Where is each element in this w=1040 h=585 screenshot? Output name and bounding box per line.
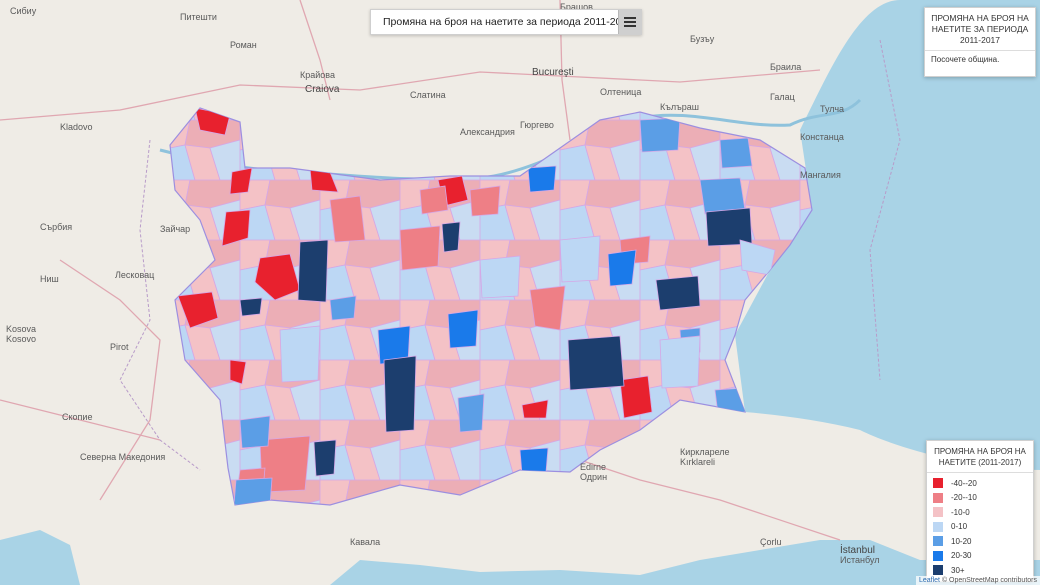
hamburger-icon (624, 17, 636, 27)
legend-item: 10-20 (933, 534, 1033, 549)
svg-text:Скопие: Скопие (62, 412, 92, 422)
legend-swatch (933, 550, 943, 561)
legend-swatch (933, 478, 943, 489)
svg-text:Edirne: Edirne (580, 462, 606, 472)
osm-attribution: © OpenStreetMap contributors (941, 577, 1037, 584)
svg-text:Браила: Браила (770, 62, 801, 72)
svg-text:Кирклареле: Кирклареле (680, 447, 730, 457)
svg-text:Александрия: Александрия (460, 127, 515, 137)
svg-text:Kırklareli: Kırklareli (680, 457, 715, 467)
legend-label: -40--20 (951, 478, 977, 488)
legend-label: 10-20 (951, 536, 972, 546)
svg-text:Зайчар: Зайчар (160, 224, 190, 234)
info-panel: ПРОМЯНА НА БРОЯ НА НАЕТИТЕ ЗА ПЕРИОДА 20… (924, 7, 1036, 77)
legend-item: 0-10 (933, 520, 1033, 535)
svg-text:Одрин: Одрин (580, 472, 607, 482)
svg-text:Роман: Роман (230, 40, 257, 50)
legend-label: -10-0 (951, 507, 970, 517)
svg-text:Kosovo: Kosovo (6, 334, 36, 344)
legend-item: 20-30 (933, 549, 1033, 564)
svg-text:Сърбия: Сърбия (40, 222, 72, 232)
legend-swatch (933, 565, 943, 576)
svg-text:Гюргево: Гюргево (520, 120, 554, 130)
legend-item: -40--20 (933, 476, 1033, 491)
legend-item: -10-0 (933, 505, 1033, 520)
legend-swatch (933, 536, 943, 547)
svg-text:Северна Македония: Северна Македония (80, 452, 165, 462)
svg-text:Çorlu: Çorlu (760, 537, 782, 547)
svg-text:Констанца: Констанца (800, 132, 844, 142)
legend-swatch (933, 492, 943, 503)
info-panel-hint: Посочете община. (931, 55, 1000, 64)
legend-item: -20--10 (933, 491, 1033, 506)
svg-text:Craiova: Craiova (305, 84, 340, 95)
menu-button[interactable] (618, 10, 641, 34)
legend-swatch (933, 521, 943, 532)
svg-text:Галац: Галац (770, 92, 795, 102)
leaflet-link[interactable]: Leaflet (919, 577, 940, 584)
map-title-bar: Промяна на броя на наетите за периода 20… (370, 9, 642, 35)
svg-text:Питешти: Питешти (180, 12, 217, 22)
svg-text:Лесковац: Лесковац (115, 270, 154, 280)
svg-text:Bucureşti: Bucureşti (532, 67, 574, 78)
svg-text:Слатина: Слатина (410, 90, 446, 100)
map-view[interactable]: Сибиу Питешти Брашов Бузъу Браила Галац … (0, 0, 1040, 585)
svg-text:Ниш: Ниш (40, 274, 59, 284)
svg-text:Бузъу: Бузъу (690, 34, 715, 44)
svg-text:Kladovo: Kladovo (60, 122, 93, 132)
svg-text:Крайова: Крайова (300, 70, 335, 80)
legend-label: 0-10 (951, 522, 968, 532)
legend-label: -20--10 (951, 493, 977, 503)
svg-text:Олтеница: Олтеница (600, 87, 641, 97)
svg-text:Мангалия: Мангалия (800, 170, 841, 180)
svg-text:Кълъраш: Кълъраш (660, 102, 699, 112)
svg-text:Истанбул: Истанбул (840, 555, 879, 565)
legend-swatch (933, 507, 943, 518)
svg-text:Сибиу: Сибиу (10, 6, 37, 16)
map-title: Промяна на броя на наетите за периода 20… (383, 16, 618, 28)
legend-title: ПРОМЯНА НА БРОЯ НА НАЕТИТЕ (2011-2017) (927, 441, 1033, 473)
legend-list: -40--20 -20--10 -10-0 0-10 10-20 20-30 3… (927, 476, 1033, 578)
legend-label: 30+ (951, 565, 965, 575)
legend-label: 20-30 (951, 551, 972, 561)
svg-text:Pirot: Pirot (110, 342, 129, 352)
info-panel-title: ПРОМЯНА НА БРОЯ НА НАЕТИТЕ ЗА ПЕРИОДА 20… (925, 8, 1035, 51)
legend: ПРОМЯНА НА БРОЯ НА НАЕТИТЕ (2011-2017) -… (926, 440, 1034, 582)
map-attribution: Leaflet © OpenStreetMap contributors (915, 576, 1040, 585)
svg-text:Kosova: Kosova (6, 324, 36, 334)
svg-text:Тулча: Тулча (820, 104, 844, 114)
svg-text:Кавала: Кавала (350, 537, 380, 547)
